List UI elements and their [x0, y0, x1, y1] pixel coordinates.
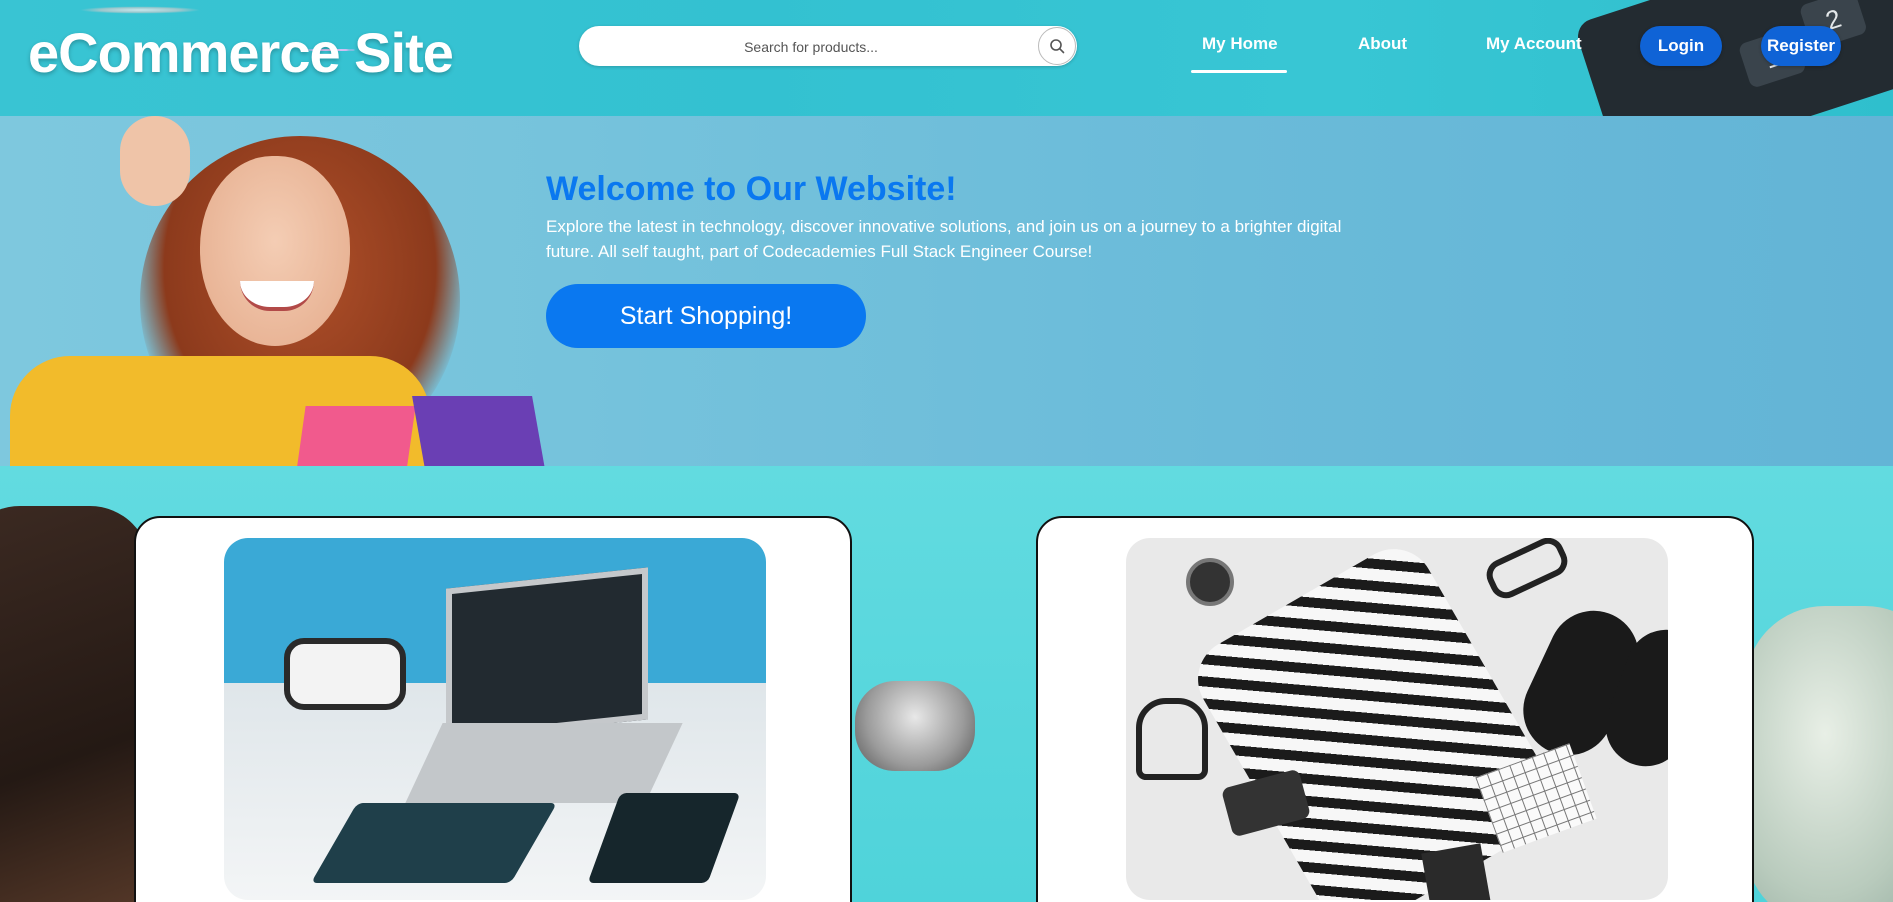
fashion-product-card[interactable] — [1036, 516, 1754, 902]
nav-my-home[interactable]: My Home — [1202, 34, 1278, 54]
hero-banner: Welcome to Our Website! Explore the late… — [0, 116, 1893, 466]
hero-description: Explore the latest in technology, discov… — [546, 217, 1342, 261]
laptop-and-gadgets-image[interactable] — [224, 538, 766, 900]
search-icon — [1050, 39, 1065, 54]
product-section — [0, 466, 1893, 902]
calculator-decoration: 1 2 — [1573, 0, 1893, 116]
site-logo[interactable]: eCommerce Site — [28, 20, 454, 85]
search-button[interactable] — [1038, 27, 1076, 65]
tech-product-card[interactable] — [134, 516, 852, 902]
nav-about[interactable]: About — [1358, 34, 1407, 54]
nav-my-account[interactable]: My Account — [1486, 34, 1582, 54]
active-nav-indicator — [1191, 70, 1287, 73]
fashion-flatlay-image[interactable] — [1126, 538, 1668, 900]
hero-shopping-woman-image — [0, 116, 600, 466]
start-shopping-button[interactable]: Start Shopping! — [546, 284, 866, 348]
binder-clip-decoration — [855, 681, 975, 771]
register-button[interactable]: Register — [1761, 26, 1841, 66]
site-header: 1 2 eCommerce Site My Home About My Acco… — [0, 0, 1893, 116]
leather-bag-decoration — [0, 506, 150, 902]
glass-decoration — [1745, 606, 1893, 902]
search-input[interactable] — [599, 26, 1023, 68]
hero-title: Welcome to Our Website! — [546, 170, 957, 208]
search-bar — [579, 26, 1077, 68]
login-button[interactable]: Login — [1640, 26, 1722, 66]
